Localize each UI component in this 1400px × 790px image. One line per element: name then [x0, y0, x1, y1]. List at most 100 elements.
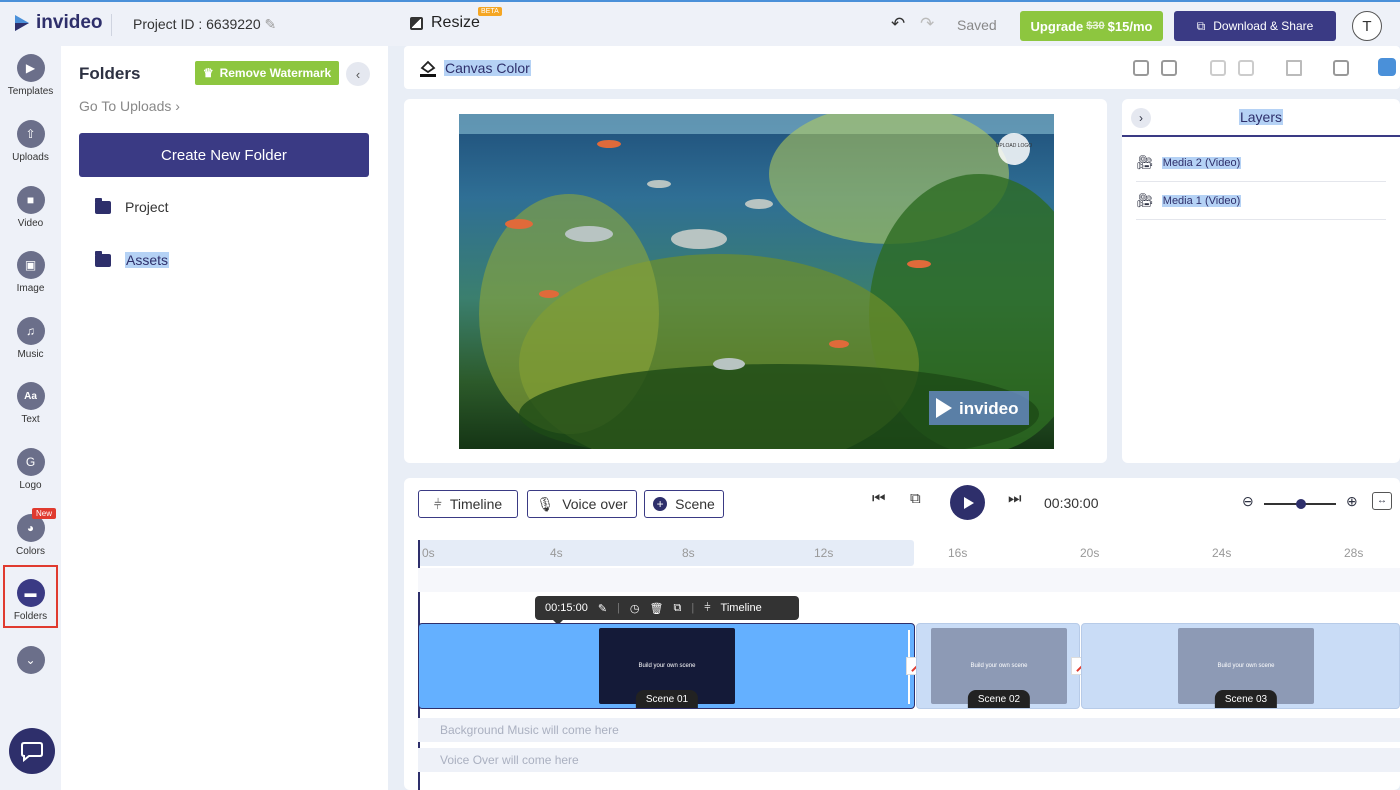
rail-item-logo[interactable]: G Logo — [0, 448, 61, 491]
paste-icon[interactable] — [1161, 60, 1177, 76]
folders-panel: Folders ♛ Remove Watermark ‹ Go To Upload… — [61, 46, 388, 790]
divider: | — [617, 602, 620, 614]
timeline-button-label: Timeline — [449, 496, 503, 512]
rail-label: Text — [21, 414, 40, 425]
edit-pencil-icon[interactable]: ✎ — [265, 16, 277, 32]
ruler-tick: 24s — [1212, 546, 1232, 560]
upgrade-new-price: $15/mo — [1107, 18, 1153, 34]
zoom-in-icon[interactable]: ⊕ — [1346, 493, 1358, 510]
empty-track — [418, 568, 1400, 592]
go-to-uploads-link[interactable]: Go To Uploads › — [79, 98, 180, 114]
scene-clip-3[interactable]: Build your own scene Scene 03 — [1081, 623, 1400, 709]
fit-width-icon[interactable]: ↔ — [1372, 492, 1392, 510]
duplicate-icon[interactable]: ⧉ — [673, 602, 681, 615]
upgrade-old-price: $30 — [1086, 20, 1105, 32]
chat-support-button[interactable] — [9, 728, 55, 774]
resize-button[interactable]: Resize — [410, 14, 480, 32]
canvas-color-button[interactable]: Canvas Color — [418, 58, 531, 78]
timer-icon[interactable]: ◷ — [630, 602, 640, 615]
rail-item-folders[interactable]: ▬ Folders — [3, 565, 58, 628]
rail-label: Folders — [13, 611, 48, 622]
zoom-out-icon[interactable]: ⊖ — [1242, 493, 1254, 510]
ruler-progress — [418, 540, 914, 566]
skip-back-icon[interactable]: ⏮︎ — [872, 490, 886, 507]
external-link-icon: ⧉ — [1196, 18, 1206, 33]
layer-item[interactable]: 🎥︎ Media 1 (Video) — [1136, 182, 1386, 220]
layers-title-text: Layers — [1238, 109, 1284, 125]
send-backward-icon[interactable] — [1238, 60, 1254, 76]
background-music-track[interactable]: Background Music will come here — [418, 718, 1400, 742]
panel-title: Folders — [79, 64, 141, 83]
rail-label: Music — [17, 349, 44, 360]
rail-item-text[interactable]: Aa Text — [0, 382, 61, 425]
rail-item-templates[interactable]: ▶ Templates — [0, 54, 61, 97]
layer-item[interactable]: 🎥︎ Media 2 (Video) — [1136, 144, 1386, 182]
saved-status: Saved — [957, 17, 997, 33]
scene-clip-2[interactable]: Build your own scene Scene 02 — [916, 623, 1080, 709]
create-new-folder-button[interactable]: Create New Folder — [79, 133, 369, 177]
remove-watermark-button[interactable]: ♛ Remove Watermark — [195, 61, 339, 85]
scene-toolbar-tooltip: 00:15:00 ✎ | ◷ 🗑︎ ⧉ | ⫩ Timeline — [535, 596, 799, 625]
folder-icon — [95, 197, 111, 214]
video-preview[interactable]: UPLOAD LOGO invideo — [459, 114, 1054, 449]
layers-underline — [1122, 135, 1400, 137]
rail-item-image[interactable]: ▣ Image — [0, 251, 61, 294]
ruler-tick: 12s — [814, 546, 834, 560]
beta-badge: BETA — [478, 7, 502, 16]
timeline-panel: ⫩ Timeline 🎙︎ Voice over + Scene ⏮︎ ⧉ ⏭︎ 00… — [404, 478, 1400, 790]
upload-logo-watermark[interactable]: UPLOAD LOGO — [996, 143, 1033, 149]
rail-item-colors[interactable]: ◕ Colors New — [0, 508, 61, 557]
collapse-panel-button[interactable]: ‹ — [346, 62, 370, 86]
rail-label: Uploads — [12, 152, 49, 163]
folder-item-project[interactable]: Project — [95, 197, 169, 215]
timeline-button[interactable]: ⫩ Timeline — [418, 490, 518, 518]
rail-more-button[interactable]: ⌄ — [0, 646, 61, 678]
ruler-tick: 28s — [1344, 546, 1364, 560]
scene-clip-1[interactable]: Build your own scene Scene 01 — [418, 623, 915, 709]
add-scene-button[interactable]: + Scene — [644, 490, 724, 518]
voice-over-button[interactable]: 🎙︎ Voice over — [527, 490, 637, 518]
scene-timeline-label[interactable]: Timeline — [721, 602, 762, 614]
chevron-left-icon: ‹ — [355, 66, 361, 82]
undo-icon[interactable]: ↶ — [891, 14, 905, 34]
trash-icon[interactable] — [1286, 60, 1302, 76]
rail-item-uploads[interactable]: ⇧ Uploads — [0, 120, 61, 163]
ruler-tick: 0s — [422, 546, 435, 560]
project-id[interactable]: Project ID : 6639220 ✎ — [133, 16, 276, 33]
avatar[interactable]: T — [1352, 11, 1382, 41]
bring-forward-icon[interactable] — [1210, 60, 1226, 76]
invideo-logo[interactable]: invideo — [12, 12, 103, 34]
play-preview-icon[interactable] — [1378, 58, 1396, 76]
pencil-icon[interactable]: ✎ — [598, 602, 607, 615]
scene-play-icon[interactable]: ⧉ — [910, 490, 921, 507]
redo-icon[interactable]: ↷ — [920, 14, 934, 34]
upgrade-button[interactable]: Upgrade $30 $15/mo — [1020, 11, 1163, 41]
grid-icon[interactable] — [1333, 60, 1349, 76]
play-button[interactable] — [950, 485, 985, 520]
rail-item-video[interactable]: ■ Video — [0, 186, 61, 229]
trash-icon[interactable]: 🗑︎ — [650, 602, 664, 615]
zoom-slider-handle[interactable] — [1296, 499, 1306, 509]
scene-caption: Build your own scene — [970, 663, 1028, 669]
folder-icon: ▬ — [16, 579, 45, 607]
divider — [111, 14, 112, 36]
project-id-text: Project ID : 6639220 — [133, 16, 261, 32]
duplicate-icon[interactable] — [1133, 60, 1149, 76]
folder-item-assets[interactable]: Assets — [95, 250, 170, 268]
templates-icon: ▶ — [16, 54, 45, 82]
logo-text: invideo — [36, 12, 103, 33]
download-share-button[interactable]: ⧉ Download & Share — [1174, 11, 1336, 41]
rail-item-music[interactable]: ♫ Music — [0, 317, 61, 360]
plus-circle-icon: + — [653, 497, 668, 511]
zoom-control[interactable]: ⊖ ⊕ — [1242, 493, 1366, 511]
video-camera-icon: ■ — [16, 186, 45, 214]
sliders-icon: ⫩ — [433, 495, 442, 512]
chat-bubble-icon — [21, 742, 43, 762]
scene-label: Scene 02 — [967, 690, 1031, 708]
sliders-icon[interactable]: ⫩ — [704, 602, 710, 615]
skip-forward-icon[interactable]: ⏭︎ — [1008, 490, 1022, 507]
resize-label: Resize — [431, 14, 480, 31]
voice-over-track[interactable]: Voice Over will come here — [418, 748, 1400, 772]
left-rail: ▶ Templates ⇧ Uploads ■ Video ▣ Image ♫ Music… — [0, 46, 61, 790]
text-aa-icon: Aa — [16, 382, 45, 410]
